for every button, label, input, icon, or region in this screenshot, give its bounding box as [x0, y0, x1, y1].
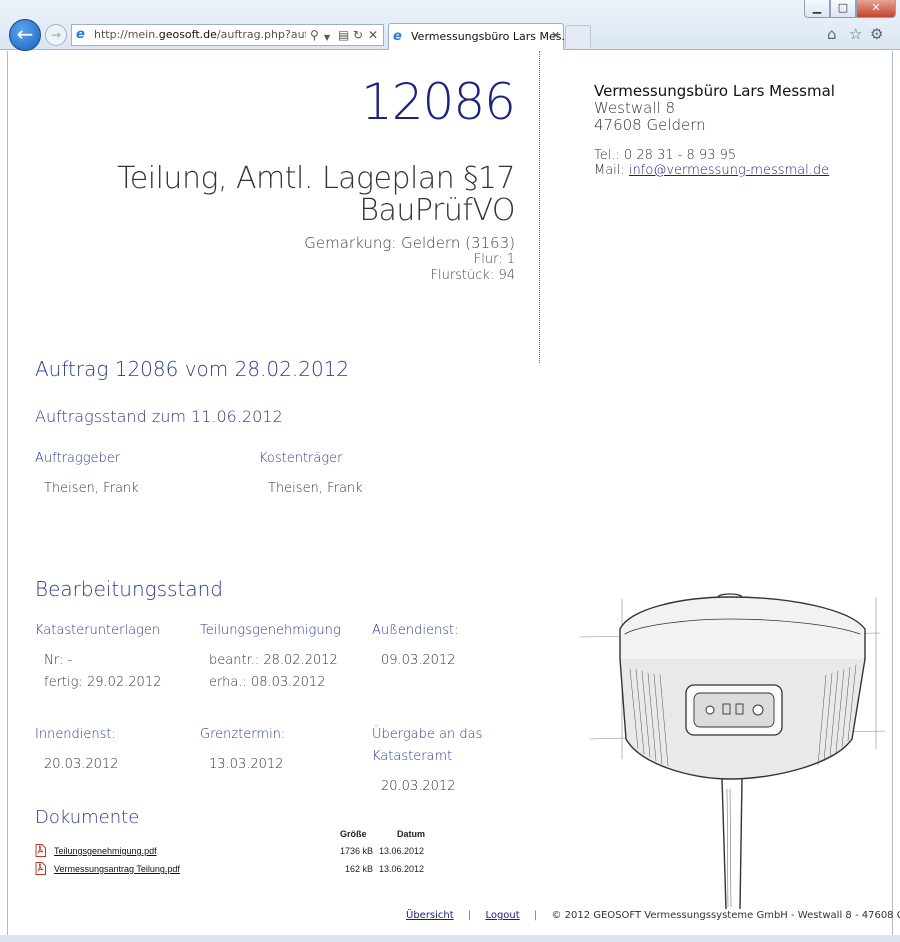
- job-title: Teilung, Amtl. Lageplan §17 BauPrüfVO: [117, 161, 515, 228]
- stop-icon[interactable]: ✕: [368, 27, 378, 43]
- document-link[interactable]: Teilungsgenehmigung.pdf: [54, 846, 157, 856]
- dropdown-arrow-icon[interactable]: ▼: [324, 30, 330, 46]
- window-frame-bottom: [0, 935, 900, 942]
- email-link[interactable]: info@vermessung-messmal.de: [629, 163, 829, 178]
- address-bar[interactable]: e http://mein.geosoft.de/auftrag.php?auf…: [71, 24, 384, 46]
- tab-vermessungsbuero[interactable]: e Vermessungsbüro Lars Mes... ✕: [388, 23, 572, 50]
- mail-label: Mail:: [594, 163, 625, 178]
- teilung-label: Teilungsgenehmigung: [200, 623, 341, 638]
- uebergabe-value: 20.03.2012: [381, 779, 456, 794]
- footer: Übersicht | Logout | © 2012 GEOSOFT Verm…: [406, 910, 900, 921]
- order-status-heading: Auftragsstand zum 11.06.2012: [35, 407, 283, 426]
- browser-chrome: ▁ □ ✕ ← → e http://mein.geosoft.de/auftr…: [0, 0, 900, 51]
- kostentraeger-label: Kostenträger: [259, 451, 343, 466]
- url-path: /auftrag.php?auftrag=: [216, 28, 306, 41]
- tab-title: Vermessungsbüro Lars Mes...: [411, 30, 572, 43]
- teilung-erha: erha.: 08.03.2012: [209, 675, 326, 690]
- compat-view-icon[interactable]: ▤: [338, 27, 349, 43]
- firm-contact: Tel.: 0 28 31 - 8 93 95 Mail: info@verme…: [594, 148, 835, 178]
- close-window-button[interactable]: ✕: [856, 0, 896, 18]
- uebergabe-label-2: Katasteramt: [372, 749, 453, 764]
- settings-gear-icon[interactable]: ⚙: [870, 25, 883, 43]
- back-arrow-icon[interactable]: ←: [9, 19, 41, 51]
- aussendienst-value: 09.03.2012: [381, 653, 456, 668]
- ie-logo-icon: e: [393, 29, 402, 44]
- firm-phone: Tel.: 0 28 31 - 8 93 95: [594, 148, 737, 163]
- auftraggeber-label: Auftraggeber: [35, 451, 121, 466]
- pdf-icon: [35, 862, 46, 875]
- documents-col-date: Datum: [397, 829, 426, 839]
- document-row: Teilungsgenehmigung.pdf 1736 kB 13.06.20…: [35, 844, 435, 860]
- document-size: 1736 kB: [339, 846, 373, 856]
- kataster-fertig: fertig: 29.02.2012: [44, 675, 162, 690]
- documents-heading: Dokumente: [35, 807, 140, 828]
- innendienst-value: 20.03.2012: [44, 757, 119, 772]
- maximize-button[interactable]: □: [830, 0, 856, 18]
- firm-address: Vermessungsbüro Lars Messmal Westwall 8 …: [594, 82, 835, 178]
- kataster-nr: Nr: -: [44, 653, 73, 668]
- teilung-beantr: beantr.: 28.02.2012: [209, 653, 338, 668]
- grenztermin-value: 13.03.2012: [209, 757, 284, 772]
- close-tab-icon[interactable]: ✕: [551, 29, 560, 42]
- auftraggeber-value: Theisen, Frank: [44, 481, 139, 496]
- url-prefix: http://mein.: [94, 28, 159, 41]
- documents-col-size: Größe: [340, 829, 367, 839]
- url-text[interactable]: http://mein.geosoft.de/auftrag.php?auftr…: [94, 28, 306, 41]
- gps-receiver-illustration: [580, 593, 886, 909]
- firm-mail: Mail: info@vermessung-messmal.de: [594, 163, 835, 178]
- copyright-text: © 2012 GEOSOFT Vermessungssysteme GmbH -…: [551, 910, 900, 921]
- footer-separator: |: [533, 910, 538, 921]
- vertical-divider: [539, 51, 540, 363]
- forward-arrow-icon[interactable]: →: [45, 24, 67, 46]
- document-link[interactable]: Vermessungsantrag Teilung.pdf: [54, 864, 180, 874]
- search-icon[interactable]: ⚲: [310, 27, 319, 43]
- document-row: Vermessungsantrag Teilung.pdf 162 kB 13.…: [35, 862, 435, 878]
- gemarkung: Gemarkung: Geldern (3163): [304, 234, 515, 252]
- ie-logo-icon: e: [76, 27, 85, 42]
- overview-link[interactable]: Übersicht: [406, 910, 454, 921]
- grenztermin-label: Grenztermin:: [200, 727, 286, 742]
- order-number: 12086: [360, 73, 516, 131]
- firm-street: Westwall 8: [594, 99, 675, 117]
- kostentraeger-value: Theisen, Frank: [268, 481, 363, 496]
- uebergabe-label-1: Übergabe an das: [372, 727, 483, 742]
- processing-heading: Bearbeitungsstand: [35, 577, 223, 601]
- aussendienst-label: Außendienst:: [372, 623, 459, 638]
- logout-link[interactable]: Logout: [485, 910, 519, 921]
- flurstueck: Flurstück: 94: [430, 268, 515, 283]
- document-date: 13.06.2012: [379, 846, 425, 856]
- flur: Flur: 1: [473, 252, 515, 267]
- favorites-star-icon[interactable]: ☆: [849, 25, 862, 43]
- pdf-icon: [35, 844, 46, 857]
- parcel-info: Gemarkung: Geldern (3163) Flur: 1 Flurst…: [304, 235, 515, 284]
- home-icon[interactable]: ⌂: [827, 25, 837, 43]
- order-heading: Auftrag 12086 vom 28.02.2012: [35, 357, 350, 381]
- document-size: 162 kB: [344, 864, 373, 874]
- minimize-button[interactable]: ▁: [804, 0, 830, 18]
- url-domain: geosoft.de: [158, 28, 217, 41]
- page-content: 12086 Teilung, Amtl. Lageplan §17 BauPrü…: [7, 51, 900, 935]
- innendienst-label: Innendienst:: [35, 727, 116, 742]
- document-date: 13.06.2012: [379, 864, 425, 874]
- firm-city: 47608 Geldern: [594, 116, 706, 134]
- kataster-label: Katasterunterlagen: [35, 623, 161, 638]
- refresh-icon[interactable]: ↻: [353, 27, 363, 43]
- footer-separator: |: [467, 910, 472, 921]
- firm-name: Vermessungsbüro Lars Messmal: [594, 82, 835, 100]
- new-tab-button[interactable]: [565, 25, 591, 48]
